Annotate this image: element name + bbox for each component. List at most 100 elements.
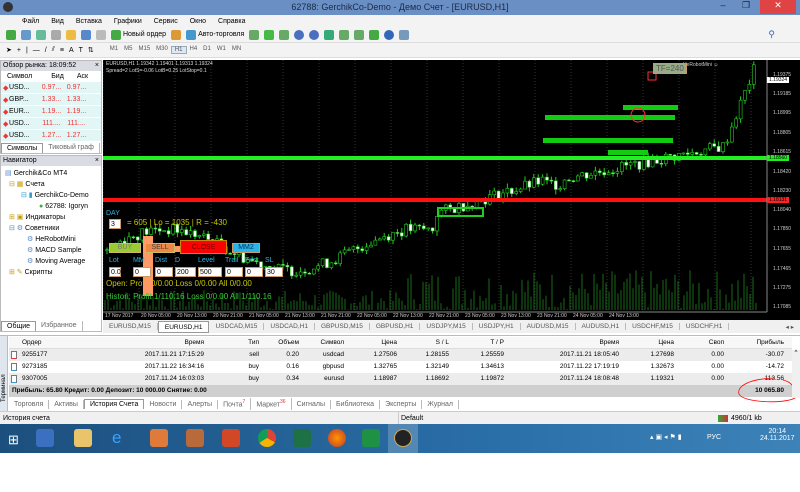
scroll-chart-icon[interactable]	[339, 29, 350, 40]
clock[interactable]: 20:14 24.11.2017	[760, 428, 795, 442]
tf-d1[interactable]: D1	[200, 46, 214, 54]
chart-tab[interactable]: AUDUSD,M15	[521, 323, 576, 330]
auto-trading-button[interactable]: Авто-торговля	[186, 29, 244, 40]
market-watch-row[interactable]: ◆ EUR... 1.19... 1.19...	[1, 106, 101, 118]
column-header[interactable]: Объем	[278, 337, 299, 349]
terminal-scrollbar[interactable]: ^	[792, 350, 800, 398]
chart-tab[interactable]: USDJPY,H1	[473, 323, 521, 330]
column-header[interactable]: Ордер	[22, 337, 42, 349]
maximize-button[interactable]: ❐	[735, 0, 757, 14]
terminal-tab[interactable]: Новости	[144, 399, 183, 409]
market-watch-row[interactable]: ◆ USD... 0.97... 0.97...	[1, 82, 101, 94]
chart-tab[interactable]: USDCAD,H1	[264, 323, 315, 330]
metatrader-taskbar-button[interactable]	[388, 424, 418, 453]
new-order-button[interactable]: Новый ордер	[111, 29, 166, 40]
indicators-icon[interactable]	[369, 29, 380, 40]
file-explorer-icon[interactable]	[74, 429, 92, 447]
nav-expert-herobotmini[interactable]: ⚙ HeRobotMini	[27, 234, 76, 245]
candlestick-icon[interactable]	[264, 29, 275, 40]
terminal-tab[interactable]: Журнал	[422, 399, 459, 409]
tab-scroll-arrows[interactable]: ◂ ▸	[780, 323, 800, 331]
terminal-tab[interactable]: Активы	[49, 399, 84, 409]
param-input[interactable]: 0	[245, 267, 263, 277]
terminal-icon[interactable]	[81, 29, 91, 40]
column-header[interactable]: Время	[599, 337, 619, 349]
close-button[interactable]: ✕	[760, 0, 796, 14]
price-chart[interactable]: EURUSD,H1 1.19342 1.19401 1.19313 1.1932…	[103, 60, 800, 320]
menu-help[interactable]: Справка	[218, 18, 245, 25]
nav-account[interactable]: ● 62788: Igoryn	[39, 201, 88, 212]
col-symbol[interactable]: Символ	[7, 73, 45, 80]
nav-expert-macd[interactable]: ⚙ MACD Sample	[27, 245, 82, 256]
tester-icon[interactable]	[96, 29, 106, 40]
day-input[interactable]: 3	[109, 219, 121, 229]
col-bid[interactable]: Бид	[45, 73, 70, 80]
tf-m15[interactable]: M15	[135, 46, 153, 54]
arrows-icon[interactable]: ⇅	[88, 46, 94, 54]
terminal-tab[interactable]: Библиотека	[331, 399, 381, 409]
menu-tools[interactable]: Сервис	[154, 18, 178, 25]
vertical-line-icon[interactable]: |	[26, 47, 28, 54]
market-watch-icon[interactable]	[36, 29, 46, 40]
menu-charts[interactable]: Графики	[114, 18, 142, 25]
tf-m30[interactable]: M30	[153, 46, 171, 54]
powerpoint-icon[interactable]	[222, 429, 240, 447]
table-row[interactable]: 9255177 2017.11.21 17:15:29 sell 0.20 usdcad…	[9, 349, 792, 361]
tf-w1[interactable]: W1	[214, 46, 229, 54]
mm2-button[interactable]: MM2	[232, 243, 260, 253]
data-window-icon[interactable]	[51, 29, 61, 40]
tf-h1[interactable]: H1	[170, 46, 187, 54]
chart-tab[interactable]: EURUSD,H1	[157, 320, 210, 333]
excel-icon[interactable]	[293, 429, 311, 447]
menu-view[interactable]: Вид	[51, 18, 64, 25]
tile-windows-icon[interactable]	[324, 29, 335, 40]
menu-insert[interactable]: Вставка	[76, 18, 102, 25]
col-ask[interactable]: Аск	[70, 73, 95, 80]
close-icon[interactable]: ×	[95, 156, 99, 166]
terminal-tab[interactable]: Почта7	[218, 398, 252, 410]
text-icon[interactable]: A	[69, 47, 74, 54]
search-icon[interactable]: ⚲	[768, 29, 775, 40]
table-row[interactable]: 9273185 2017.11.22 16:34:16 buy 0.16 gbpusd 1…	[9, 361, 792, 373]
zoom-out-icon[interactable]	[309, 29, 320, 40]
terminal-tab[interactable]: Торговля	[9, 399, 50, 409]
ie-icon[interactable]: e	[112, 429, 130, 447]
nav-scripts[interactable]: ⊞ ✎ Скрипты	[9, 267, 53, 278]
navigator-icon[interactable]	[66, 29, 76, 40]
column-header[interactable]: Символ	[321, 337, 344, 349]
terminal-tab[interactable]: Алерты	[182, 399, 219, 409]
column-header[interactable]: S / L	[436, 337, 449, 349]
param-input[interactable]: 30	[265, 267, 283, 277]
chart-tab[interactable]: AUDUSD,H1	[576, 323, 627, 330]
zoom-in-icon[interactable]	[294, 29, 305, 40]
chart-tab[interactable]: GBPUSD,H1	[370, 323, 421, 330]
column-header[interactable]: Время	[184, 337, 204, 349]
tf-m5[interactable]: M5	[121, 46, 135, 54]
cursor-icon[interactable]: ➤	[6, 46, 12, 54]
app-icon[interactable]	[186, 429, 204, 447]
chart-tab[interactable]: USDCHF,H1	[680, 323, 730, 330]
horizontal-line-icon[interactable]: —	[33, 47, 40, 54]
language-indicator[interactable]: РУС	[707, 434, 721, 441]
terminal-tab[interactable]: Эксперты	[380, 399, 423, 409]
firefox-icon[interactable]	[328, 429, 346, 447]
param-input[interactable]: 0	[155, 267, 173, 277]
close-all-button[interactable]: CLOSE	[180, 240, 227, 254]
param-input[interactable]: 200	[175, 267, 196, 277]
minimize-button[interactable]: –	[712, 0, 734, 14]
tf-h4[interactable]: H4	[187, 46, 201, 54]
column-header[interactable]: Своп	[709, 337, 724, 349]
line-chart-icon[interactable]	[279, 29, 290, 40]
windows-start-icon[interactable]: ⊞	[8, 432, 19, 448]
market-watch-row[interactable]: ◆ USD... 111.... 111....	[1, 118, 101, 130]
chart-shift-icon[interactable]	[354, 29, 365, 40]
channel-icon[interactable]: ⫽	[52, 46, 55, 54]
tab-symbols[interactable]: Символы	[1, 143, 44, 153]
nav-indicators[interactable]: ⊞ ▣ Индикаторы	[9, 212, 65, 223]
chart-tab[interactable]: GBPUSD,M15	[315, 323, 370, 330]
sell-button[interactable]: SELL	[145, 243, 175, 253]
param-input[interactable]: 0	[225, 267, 243, 277]
new-chart-icon[interactable]	[6, 29, 16, 40]
market-watch-row[interactable]: ◆ GBP... 1.33... 1.33...	[1, 94, 101, 106]
tf-mn[interactable]: MN	[229, 46, 244, 54]
